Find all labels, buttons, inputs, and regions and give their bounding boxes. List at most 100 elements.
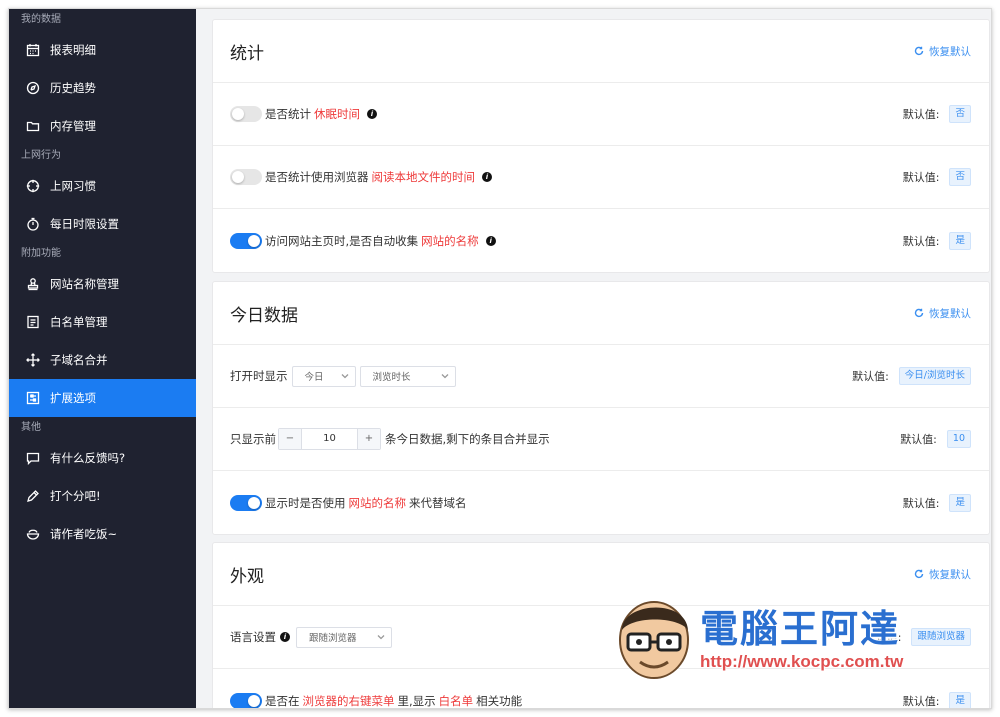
setting-text: 条今日数据,剩下的条目合并显示 [385, 432, 550, 446]
sidebar-group-title: 附加功能 [21, 248, 61, 259]
setting-row-sleep-time: 是否统计 休眠时间 i 默认值: 否 [213, 83, 989, 146]
default-label: 默认值: [852, 370, 889, 383]
setting-text: 来代替域名 [409, 495, 467, 510]
setting-text: 只显示前 [230, 432, 276, 446]
select-value: 跟随浏览器 [309, 633, 357, 644]
stats-card: 统计 恢复默认 是否统计 休眠时间 i 默认值: 否 是否统计使用浏览器 阅读本… [212, 19, 990, 273]
setting-text: 是否统计使用浏览器 [265, 170, 369, 184]
sidebar-item-label: 子域名合并 [50, 353, 108, 367]
toggle-switch[interactable] [230, 232, 262, 249]
card-title: 外观 [230, 566, 264, 587]
sidebar-item-time-limit[interactable]: 每日时限设置 [9, 205, 196, 243]
sidebar-item-subdomain-merge[interactable]: 子域名合并 [9, 341, 196, 379]
refresh-icon [914, 308, 924, 318]
sidebar-item-label: 报表明细 [50, 43, 96, 57]
range-select[interactable]: 今日 [291, 365, 356, 387]
toggle-switch[interactable] [230, 692, 262, 708]
chevron-down-icon [441, 372, 449, 380]
setting-row-local-files: 是否统计使用浏览器 阅读本地文件的时间 i 默认值: 否 [213, 146, 989, 209]
setting-text: 是否在 [265, 693, 300, 708]
sidebar-item-donate[interactable]: 请作者吃饭~ [9, 515, 196, 553]
reset-default-button[interactable]: 恢复默认 [914, 44, 971, 59]
info-icon[interactable]: i [280, 632, 290, 642]
default-value-tag: 是 [949, 691, 971, 708]
count-stepper: − 10 + [278, 428, 381, 450]
sidebar-item-report-details[interactable]: 报表明细 [9, 31, 196, 69]
setting-highlight: 休眠时间 [314, 107, 360, 121]
info-icon[interactable]: i [485, 235, 496, 246]
setting-text: 里,显示 [397, 693, 436, 708]
setting-text: 语言设置 [230, 630, 276, 644]
refresh-icon [914, 46, 924, 56]
setting-row-show-top: 只显示前 − 10 + 条今日数据,剩下的条目合并显示 默认值: 10 [213, 408, 989, 471]
card-title: 统计 [230, 43, 264, 64]
refresh-icon [914, 569, 924, 579]
default-value-tag: 今日/浏览时长 [898, 367, 971, 385]
setting-row-collect-site-name: 访问网站主页时,是否自动收集 网站的名称 i 默认值: 是 [213, 209, 989, 272]
default-label: 默认值: [902, 694, 940, 708]
default-value-tag: 跟随浏览器 [911, 628, 971, 646]
sidebar-item-label: 有什么反馈吗? [50, 451, 126, 465]
setting-text: 打开时显示 [230, 369, 288, 383]
stopwatch-icon [25, 216, 41, 232]
setting-row-language: 语言设置 i 跟随浏览器 默认值: 跟随浏览器 [213, 606, 989, 669]
decrement-button[interactable]: − [279, 429, 301, 449]
reset-default-button[interactable]: 恢复默认 [914, 306, 971, 321]
sidebar-item-site-names[interactable]: 网站名称管理 [9, 265, 196, 303]
sidebar-item-whitelist[interactable]: 白名单管理 [9, 303, 196, 341]
sidebar-item-habits[interactable]: 上网习惯 [9, 167, 196, 205]
sidebar-item-label: 打个分吧! [50, 489, 101, 503]
pen-icon [25, 488, 41, 504]
sidebar-item-label: 请作者吃饭~ [50, 527, 118, 541]
info-icon[interactable]: i [482, 172, 492, 182]
reset-label: 恢复默认 [929, 307, 971, 320]
sidebar-item-label: 上网习惯 [50, 179, 96, 193]
main-content: 统计 恢复默认 是否统计 休眠时间 i 默认值: 否 是否统计使用浏览器 阅读本… [196, 9, 991, 708]
calendar-icon [25, 42, 41, 58]
sidebar-item-label: 网站名称管理 [50, 277, 119, 291]
default-value-tag: 是 [949, 231, 971, 250]
reset-default-button[interactable]: 恢复默认 [914, 567, 971, 582]
default-value-tag: 是 [949, 493, 971, 512]
sidebar-item-extension-options[interactable]: 扩展选项 [9, 379, 196, 417]
metric-select[interactable]: 浏览时长 [359, 365, 456, 387]
setting-row-context-menu: 是否在 浏览器的右键菜单 里,显示 白名单 相关功能 默认值: 是 [213, 669, 989, 708]
default-label: 默认值: [900, 433, 937, 446]
reset-label: 恢复默认 [929, 568, 971, 581]
sidebar-group-title: 我的数据 [21, 14, 61, 25]
sidebar-item-memory[interactable]: 内存管理 [9, 107, 196, 145]
arrows-icon [25, 352, 41, 368]
select-value: 今日 [304, 372, 324, 383]
default-label: 默认值: [902, 496, 940, 510]
appearance-card: 外观 恢复默认 语言设置 i 跟随浏览器 默认值: 跟随浏览器 是否在 浏览器的… [212, 542, 990, 708]
setting-text: 访问网站主页时,是否自动收集 [265, 233, 419, 248]
reset-label: 恢复默认 [929, 45, 971, 58]
card-title: 今日数据 [230, 305, 298, 326]
sidebar-group-title: 上网行为 [21, 150, 61, 161]
default-label: 默认值: [864, 631, 902, 644]
sidebar-item-label: 历史趋势 [50, 81, 96, 95]
toggle-switch[interactable] [230, 494, 262, 511]
list-doc-icon [25, 314, 41, 330]
setting-text: 显示时是否使用 [265, 495, 346, 510]
food-icon [25, 526, 41, 542]
toggle-switch[interactable] [230, 169, 262, 185]
setting-highlight: 网站的名称 [348, 495, 407, 510]
increment-button[interactable]: + [358, 429, 380, 449]
toggle-switch[interactable] [230, 106, 262, 122]
setting-highlight: 浏览器的右键菜单 [302, 693, 395, 708]
sidebar-item-label: 扩展选项 [50, 391, 96, 405]
sidebar-item-label: 每日时限设置 [50, 217, 119, 231]
setting-row-use-site-name: 显示时是否使用 网站的名称 来代替域名 默认值: 是 [213, 471, 989, 534]
sidebar-item-feedback[interactable]: 有什么反馈吗? [9, 439, 196, 477]
sidebar-item-rate[interactable]: 打个分吧! [9, 477, 196, 515]
language-select[interactable]: 跟随浏览器 [296, 626, 392, 648]
folder-icon [25, 118, 41, 134]
info-icon[interactable]: i [367, 109, 377, 119]
sidebar-item-history-trend[interactable]: 历史趋势 [9, 69, 196, 107]
chat-icon [25, 450, 41, 466]
sidebar-item-label: 内存管理 [50, 119, 96, 133]
crosshair-icon [25, 178, 41, 194]
card-header: 外观 恢复默认 [213, 543, 989, 606]
count-input[interactable]: 10 [301, 429, 358, 449]
